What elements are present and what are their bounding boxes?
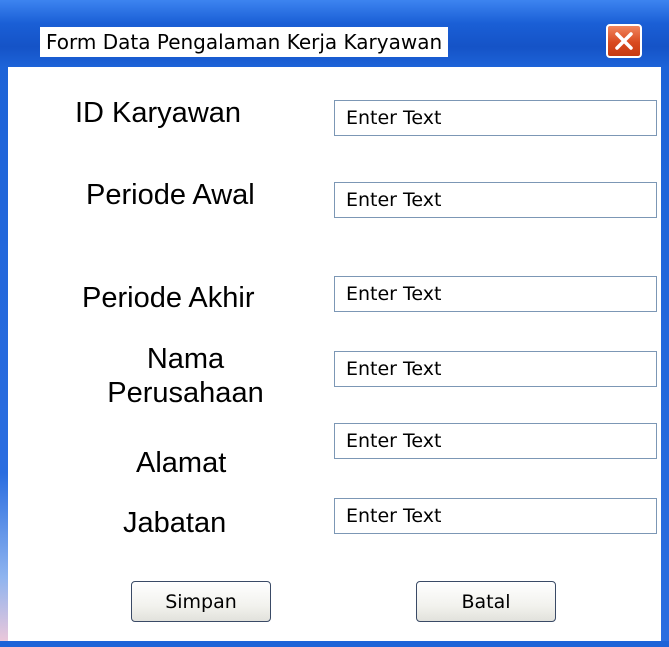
save-button[interactable]: Simpan xyxy=(131,581,271,622)
window-frame-bottom xyxy=(0,641,669,647)
periode-akhir-input[interactable] xyxy=(334,276,657,312)
label-alamat: Alamat xyxy=(136,447,227,479)
close-button[interactable] xyxy=(606,24,642,58)
label-nama-perusahaan: Nama Perusahaan xyxy=(98,342,273,410)
label-nama-perusahaan-line2: Perusahaan xyxy=(107,377,264,409)
cancel-button[interactable]: Batal xyxy=(416,581,556,622)
label-periode-awal: Periode Awal xyxy=(86,179,255,211)
label-jabatan: Jabatan xyxy=(123,507,227,539)
form-window: Form Data Pengalaman Kerja Karyawan ID K… xyxy=(0,0,669,647)
title-bar[interactable]: Form Data Pengalaman Kerja Karyawan xyxy=(0,0,669,67)
periode-awal-input[interactable] xyxy=(334,182,657,218)
window-title: Form Data Pengalaman Kerja Karyawan xyxy=(40,27,449,57)
label-periode-akhir: Periode Akhir xyxy=(82,282,255,314)
window-frame-right xyxy=(661,67,669,647)
label-id-karyawan: ID Karyawan xyxy=(75,97,242,129)
nama-perusahaan-input[interactable] xyxy=(334,351,657,387)
label-nama-perusahaan-line1: Nama xyxy=(146,343,225,375)
alamat-input[interactable] xyxy=(334,423,657,459)
close-icon xyxy=(614,31,634,51)
id-karyawan-input[interactable] xyxy=(334,100,657,136)
jabatan-input[interactable] xyxy=(334,498,657,534)
window-frame-left xyxy=(0,67,8,647)
